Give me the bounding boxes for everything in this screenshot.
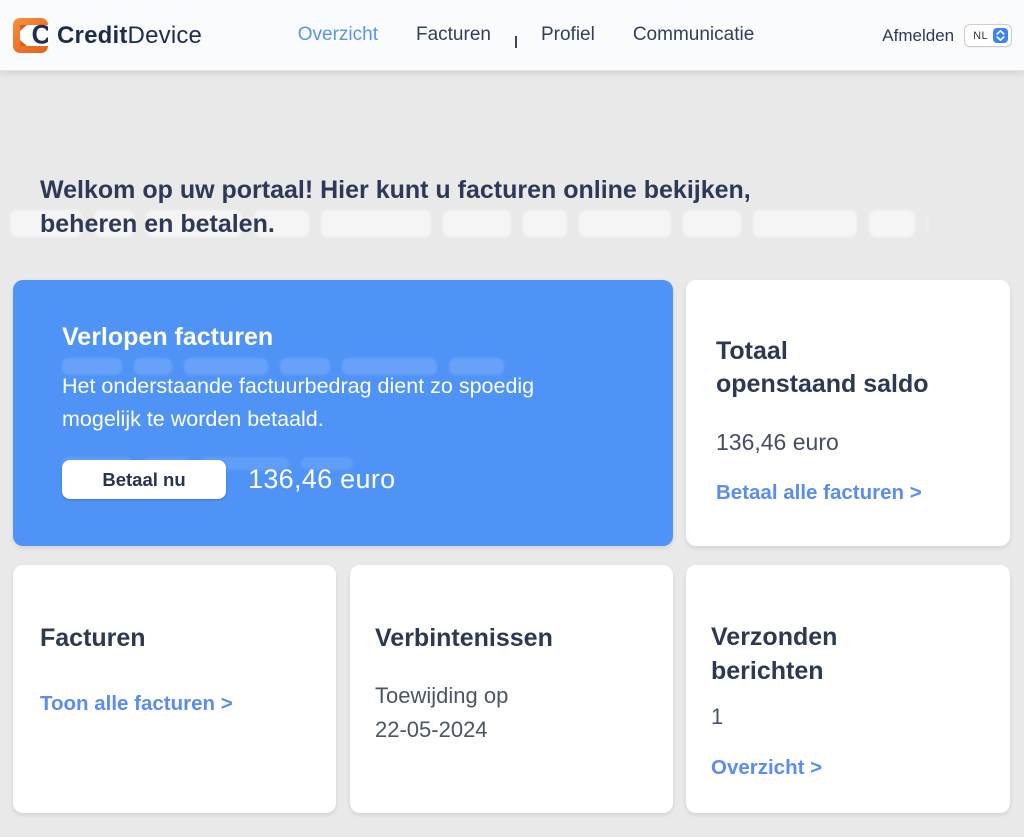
commitments-date: Toewijding op 22-05-2024 [375, 679, 648, 747]
creditdevice-logo[interactable]: C CreditDevice [13, 0, 202, 71]
balance-amount: 136,46 euro [716, 428, 980, 456]
language-select[interactable]: NL [964, 24, 1012, 47]
welcome-message: Welkom op uw portaal! Hier kunt u factur… [40, 173, 751, 241]
logout-button[interactable]: Afmelden [882, 26, 954, 46]
show-all-invoices-link[interactable]: Toon alle facturen > [40, 692, 233, 716]
balance-card-title: Totaal openstaand saldo [716, 335, 980, 401]
messages-overview-link[interactable]: Overzicht > [711, 756, 822, 780]
overdue-card-title: Verlopen facturen [62, 323, 624, 352]
pay-now-button[interactable]: Betaal nu [62, 460, 226, 499]
top-navbar: C CreditDevice Overzicht Facturen Profie… [0, 0, 1024, 71]
total-balance-card: Totaal openstaand saldo 136,46 euro Beta… [686, 280, 1010, 546]
nav-item-profiel[interactable]: Profiel [541, 24, 595, 46]
commitments-card: Verbintenissen Toewijding op 22-05-2024 [350, 565, 673, 813]
overdue-amount: 136,46 euro [248, 464, 395, 495]
nav-item-overzicht[interactable]: Overzicht [298, 24, 378, 46]
chevron-updown-icon [993, 28, 1008, 43]
brand-name: CreditDevice [57, 22, 202, 50]
portal-content: Welkom op uw portaal! Hier kunt u factur… [0, 71, 1024, 837]
nav-separator [515, 36, 517, 48]
logo-c-letter: C [32, 21, 49, 48]
sent-messages-card: Verzonden berichten 1 Overzicht > [686, 565, 1010, 813]
overdue-card-body: Het onderstaande factuurbedrag dient zo … [62, 370, 624, 436]
brand-name-bold: Credit [57, 22, 128, 49]
pay-row: Betaal nu 136,46 euro [62, 460, 624, 499]
messages-card-title: Verzonden berichten [711, 620, 985, 688]
invoices-card-title: Facturen [40, 622, 309, 655]
portal-page: C CreditDevice Overzicht Facturen Profie… [0, 0, 1024, 837]
creditdevice-logo-icon: C [13, 18, 48, 53]
nav-item-communicatie[interactable]: Communicatie [633, 24, 754, 46]
main-nav: Overzicht Facturen Profiel Communicatie [298, 24, 755, 46]
commitments-card-title: Verbintenissen [375, 622, 648, 655]
nav-item-facturen[interactable]: Facturen [416, 24, 491, 46]
messages-count: 1 [711, 704, 985, 730]
header-right-group: Afmelden NL [882, 0, 1012, 71]
pay-all-invoices-link[interactable]: Betaal alle facturen > [716, 481, 922, 505]
brand-name-regular: Device [128, 22, 203, 49]
overdue-invoices-card: Verlopen facturen Het onderstaande factu… [13, 280, 673, 546]
invoices-card: Facturen Toon alle facturen > [13, 565, 336, 813]
language-select-value: NL [973, 30, 988, 42]
